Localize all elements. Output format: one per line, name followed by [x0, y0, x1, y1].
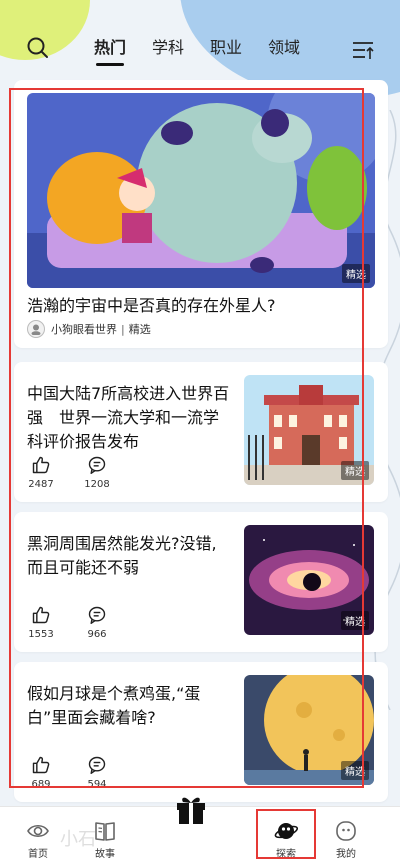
- featured-title: 浩瀚的宇宙中是否真的存在外星人?: [27, 296, 276, 315]
- like-count: 1553: [28, 629, 54, 640]
- comment-stat[interactable]: 966: [83, 605, 111, 640]
- gift-icon[interactable]: [174, 791, 208, 825]
- article-title: 假如月球是个煮鸡蛋,“蛋白”里面会藏着啥?: [27, 684, 201, 727]
- bottom-navigation: 小石 首页 故事 探索 我的: [0, 797, 400, 866]
- nav-story-label: 故事: [95, 849, 115, 860]
- article-title: 黑洞周围居然能发光?没错,而且可能还不弱: [27, 534, 217, 577]
- article-card[interactable]: 假如月球是个煮鸡蛋,“蛋白”里面会藏着啥? 精选 689 594: [14, 662, 388, 802]
- thumbs-up-icon: [32, 456, 50, 474]
- tab-career[interactable]: 职业: [210, 34, 242, 58]
- nav-story[interactable]: 故事: [80, 819, 130, 860]
- avatar: [27, 320, 45, 338]
- article-stats: 2487 1208: [27, 455, 139, 490]
- featured-image: 精选: [27, 93, 375, 288]
- nav-home-label: 首页: [28, 849, 48, 860]
- article-card[interactable]: 黑洞周围居然能发光?没错,而且可能还不弱 精选 1553 966: [14, 512, 388, 652]
- article-badge: 精选: [341, 761, 369, 780]
- sort-menu-icon[interactable]: [352, 40, 374, 60]
- search-icon[interactable]: [26, 36, 50, 60]
- profile-face-icon: [336, 821, 356, 841]
- article-card[interactable]: 中国大陆7所高校进入世界百强 世界一流大学和一流学科评价报告发布 精选 2487…: [14, 362, 388, 502]
- comment-stat[interactable]: 594: [83, 755, 111, 790]
- featured-article-card[interactable]: 精选 浩瀚的宇宙中是否真的存在外星人? 小狗眼看世界 | 精选: [14, 80, 388, 348]
- author-row[interactable]: 小狗眼看世界 | 精选: [27, 320, 151, 338]
- comment-count: 1208: [84, 479, 110, 490]
- nav-mine[interactable]: 我的: [321, 819, 371, 860]
- top-header: 热门 学科 职业 领域: [0, 0, 400, 80]
- nav-home[interactable]: 首页: [13, 819, 63, 860]
- eye-icon: [27, 824, 49, 838]
- nav-explore-label: 探索: [276, 849, 296, 860]
- article-badge: 精选: [341, 611, 369, 630]
- like-stat[interactable]: 2487: [27, 455, 55, 490]
- tab-subject[interactable]: 学科: [152, 34, 184, 58]
- comment-stat[interactable]: 1208: [83, 455, 111, 490]
- like-stat[interactable]: 689: [27, 755, 55, 790]
- book-icon: [95, 822, 115, 841]
- article-title: 中国大陆7所高校进入世界百强 世界一流大学和一流学科评价报告发布: [27, 384, 230, 451]
- thumbs-up-icon: [32, 606, 50, 624]
- article-stats: 689 594: [27, 755, 139, 790]
- tab-hot[interactable]: 热门: [94, 34, 126, 66]
- like-count: 2487: [28, 479, 54, 490]
- like-count: 689: [31, 779, 51, 790]
- like-stat[interactable]: 1553: [27, 605, 55, 640]
- category-tabs: 热门 学科 职业 领域: [94, 34, 326, 66]
- comment-icon: [88, 456, 106, 475]
- nav-mine-label: 我的: [336, 849, 356, 860]
- article-stats: 1553 966: [27, 605, 139, 640]
- comment-icon: [88, 606, 106, 625]
- tab-field[interactable]: 领域: [268, 34, 300, 58]
- comment-icon: [88, 756, 106, 775]
- comment-count: 594: [87, 779, 107, 790]
- comment-count: 966: [87, 629, 107, 640]
- thumbs-up-icon: [32, 756, 50, 774]
- author-name: 小狗眼看世界: [51, 323, 117, 336]
- article-thumbnail: 精选: [244, 525, 374, 635]
- featured-badge: 精选: [342, 264, 370, 283]
- article-thumbnail: 精选: [244, 675, 374, 785]
- article-badge: 精选: [341, 461, 369, 480]
- article-thumbnail: 精选: [244, 375, 374, 485]
- author-tag: 精选: [128, 323, 151, 336]
- nav-explore[interactable]: 探索: [261, 819, 311, 860]
- planet-icon: [274, 823, 298, 839]
- author-separator: |: [121, 322, 125, 336]
